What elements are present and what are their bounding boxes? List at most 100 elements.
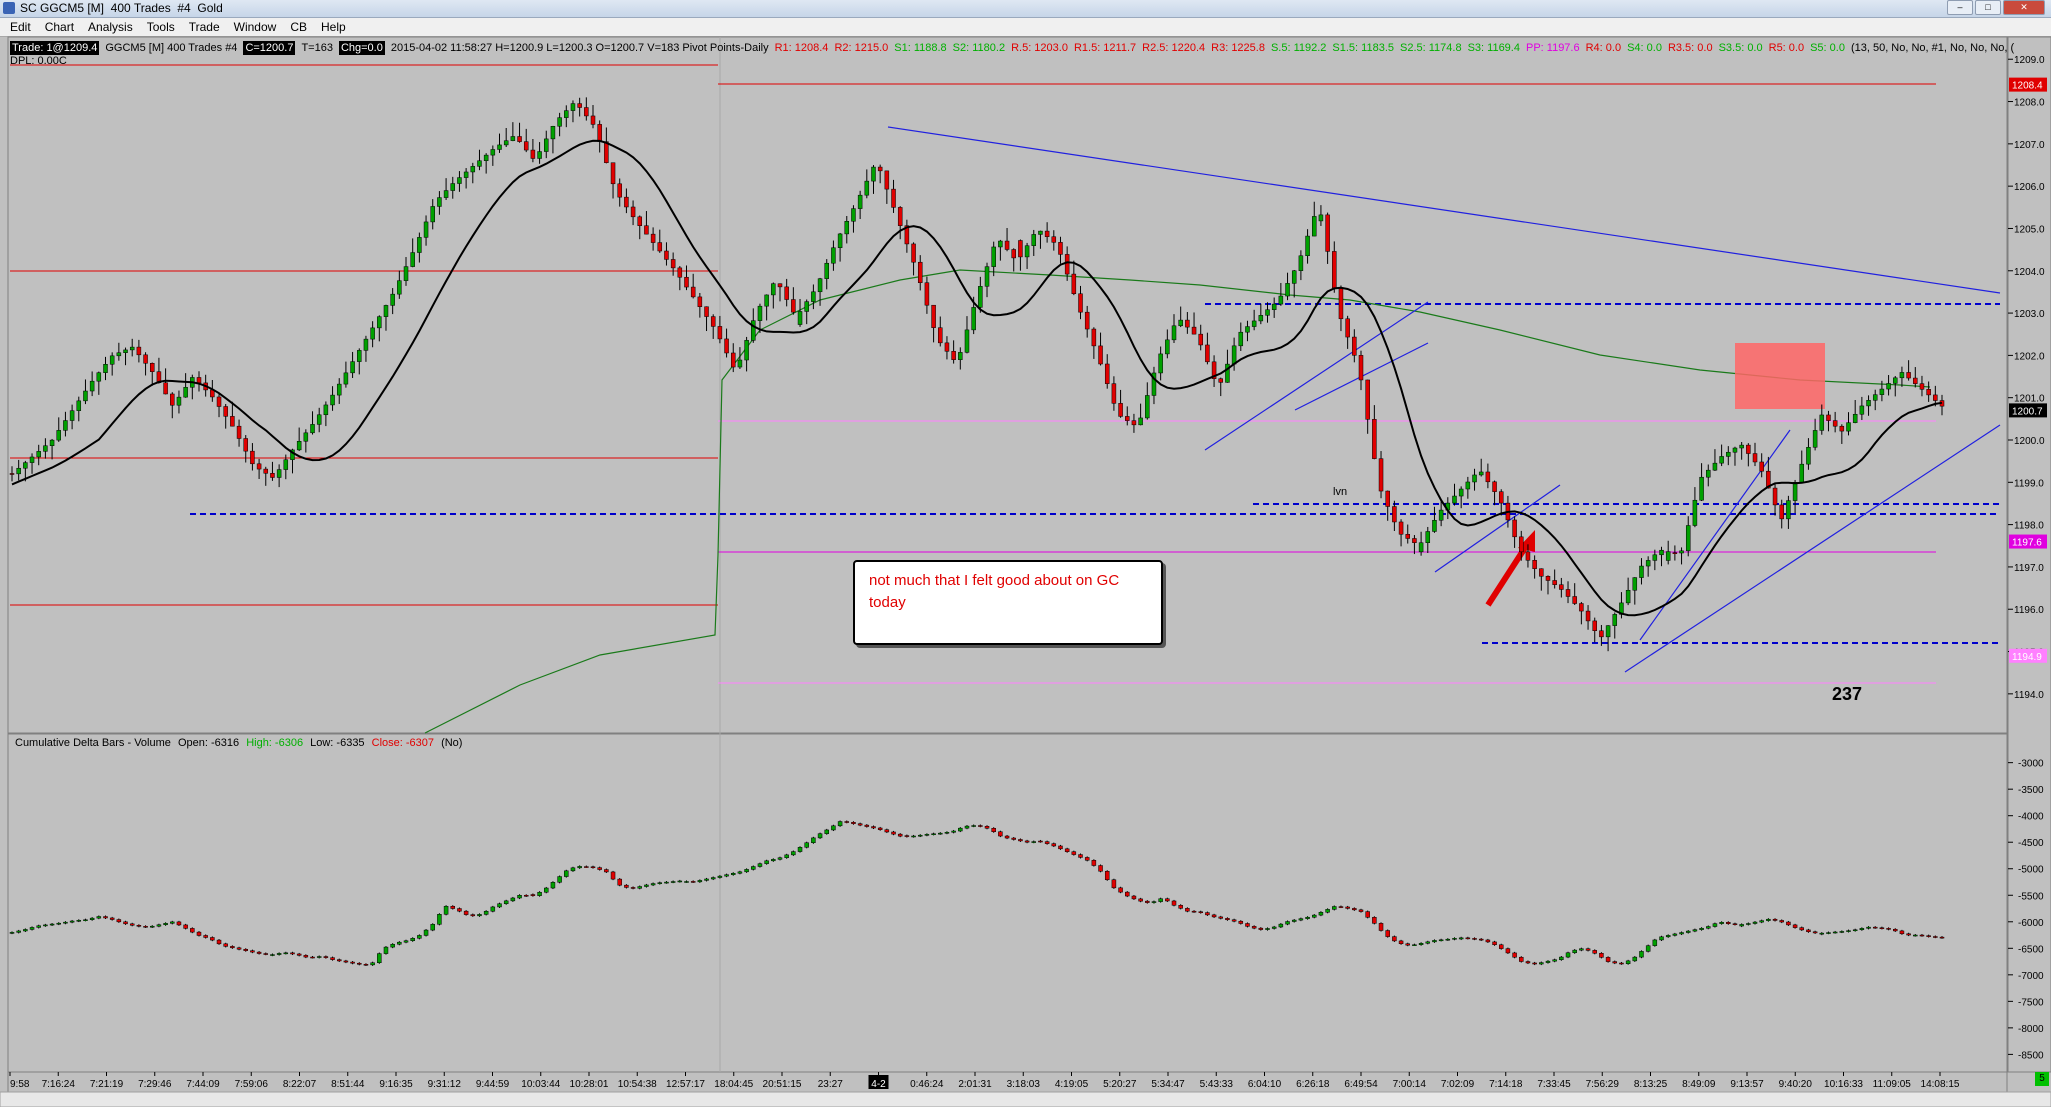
delta-candle [764,860,769,864]
chart-canvas[interactable]: 1209.0 1208.0 1207.0 1206.0 1205.0 1204.0 1203… [0,0,2051,1107]
price-candle [1205,344,1210,363]
price-candle [584,107,589,117]
price-candle [69,410,75,421]
price-candle [49,439,55,446]
price-candle [1311,216,1317,237]
time-tick-label: 10:54:38 [618,1079,657,1090]
price-tick-label: 1204.0 [2014,267,2045,278]
price-candle [29,456,35,463]
pivot-value: S2.5: 1174.8 [1400,42,1462,54]
price-tick-label: 1205.0 [2014,224,2045,235]
delta-candle [1178,905,1183,909]
price-candle [477,160,482,167]
delta-candle [1205,912,1210,916]
pivot-value: S3.5: 0.0 [1718,42,1763,54]
pivot-value: R5: 0.0 [1768,42,1805,54]
price-candle [791,299,796,313]
delta-candle [1298,918,1304,921]
time-tick-label: 5:20:27 [1103,1079,1137,1090]
price-candle [176,396,182,406]
price-candle [523,141,529,151]
delta-candle [397,941,402,945]
delta-candle [196,931,202,936]
delta-candle [971,825,976,827]
delta-candle [1392,936,1397,942]
delta-tick-label: -7000 [2018,971,2044,982]
delta-candle [290,952,295,955]
price-candle [630,206,636,218]
time-tick-label: 14:08:15 [1921,1079,1960,1090]
price-tick-label: 1194.0 [2014,690,2044,701]
price-candle [463,171,469,178]
delta-candle [1024,840,1030,843]
symbol-info: GGCM5 [M] 400 Trades #4 [105,42,238,54]
price-candle [1772,487,1778,506]
delta-candle [771,859,776,862]
delta-candle [784,854,789,858]
delta-candle [1445,938,1451,941]
price-candle [1265,309,1270,316]
horizontal-scrollbar[interactable] [0,1091,2051,1107]
delta-candle [590,866,596,869]
price-candle [1579,603,1584,612]
delta-candle [1685,930,1691,933]
delta-candle [1151,901,1157,903]
time-tick-label: 7:02:09 [1441,1079,1475,1090]
price-candle [236,425,242,439]
time-tick-label: 7:21:19 [90,1079,124,1090]
delta-candle [163,923,168,926]
price-candle [1565,589,1571,597]
price-candle [350,361,355,374]
pivot-value: PP: 1197.6 [1525,42,1580,54]
price-candle [644,225,649,235]
price-candle [724,338,729,354]
price-candle [730,352,736,368]
delta-candle [270,954,275,956]
delta-candle [1799,927,1805,931]
delta-candle [1512,952,1517,958]
price-candle [56,430,61,441]
pivot-values: R1: 1208.4 R2: 1215.0 S1: 1188.8 S2: 1180.2… [775,41,2021,55]
price-candle [1792,482,1798,501]
price-candle [1091,328,1097,347]
price-candle [510,136,516,141]
time-tick-label: 5:34:47 [1151,1079,1185,1090]
price-candle [1358,355,1364,381]
delta-candle [417,935,422,939]
price-candle [911,243,916,263]
price-candle [1632,577,1638,591]
price-candle [1198,333,1203,346]
delta-candle [16,930,21,933]
delta-candle [1812,931,1818,934]
price-candle [296,441,302,451]
price-candle [884,170,890,190]
price-candle [1846,422,1851,432]
price-candle [216,396,222,407]
price-candle [1893,377,1898,384]
delta-candle [1198,911,1203,914]
delta-candle [670,881,676,883]
price-candle [170,393,175,406]
annotation-note[interactable]: not much that I felt good about on GC to… [853,560,1163,645]
pivot-value: R1.5: 1211.7 [1073,42,1137,54]
price-candle [837,233,843,249]
delta-candle [1886,928,1891,930]
delta-candle [624,884,629,888]
price-candle [330,394,335,406]
pivot-value: R2.5: 1220.4 [1142,42,1206,54]
price-candle [1352,336,1357,356]
chart-info-line: Trade: 1@1209.4 GGCM5 [M] 400 Trades #4 … [10,41,2026,55]
price-candle [1933,394,1938,401]
delta-candle [1398,940,1404,944]
delta-candle [263,953,269,955]
price-candle [1478,471,1484,476]
delta-candle [1806,929,1811,933]
delta-candle [1271,926,1277,929]
delta-candle [797,847,803,852]
delta-candle [1732,923,1738,925]
price-candle [383,305,389,317]
delta-candle [570,867,576,872]
pivot-value: R3: 1225.8 [1211,42,1265,54]
price-candle [1699,476,1704,501]
delta-candle [924,834,930,836]
